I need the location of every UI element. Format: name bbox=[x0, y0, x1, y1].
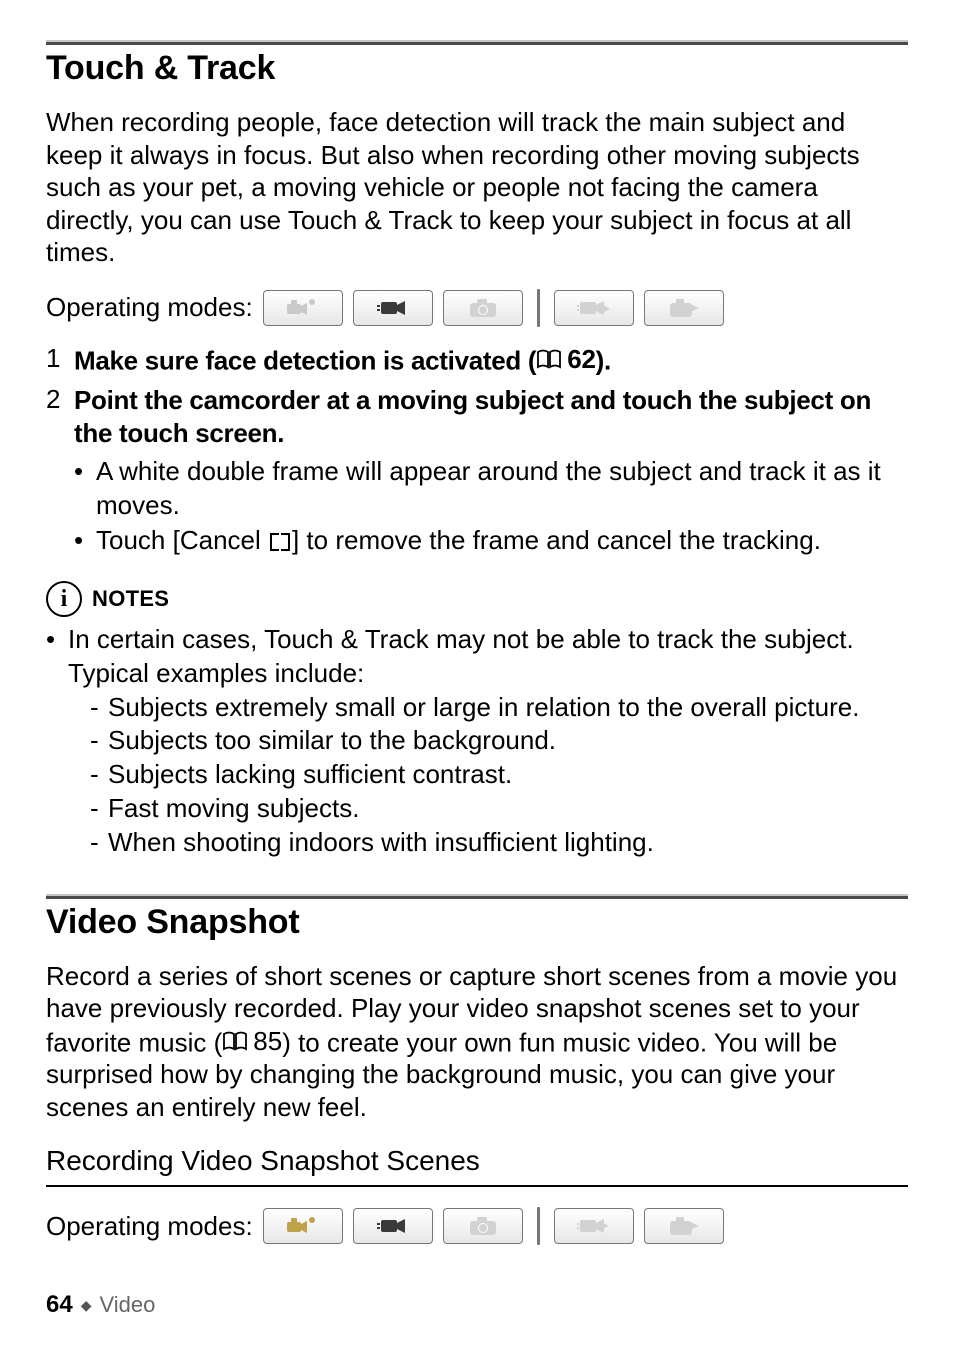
operating-modes-row: Operating modes: bbox=[46, 1207, 908, 1245]
manual-page: Touch & Track When recording people, fac… bbox=[0, 0, 954, 1349]
notes-heading: i NOTES bbox=[46, 581, 908, 617]
notes-sub-list: Subjects extremely small or large in rel… bbox=[68, 691, 908, 860]
page-ref-icon: 62 bbox=[536, 343, 595, 376]
footer-category: Video bbox=[99, 1292, 155, 1318]
photo-record-icon bbox=[443, 1208, 523, 1244]
subsection-title: Recording Video Snapshot Scenes bbox=[46, 1145, 908, 1177]
section-title-touch-track: Touch & Track bbox=[46, 49, 908, 88]
notes-item: In certain cases, Touch & Track may not … bbox=[46, 623, 908, 860]
photo-play-icon bbox=[644, 290, 724, 326]
movie-record-icon bbox=[353, 290, 433, 326]
steps-list: 1 Make sure face detection is activated … bbox=[46, 343, 908, 560]
photo-record-icon bbox=[443, 290, 523, 326]
page-footer: 64 ◆ Video bbox=[46, 1291, 908, 1319]
operating-modes-label: Operating modes: bbox=[46, 1211, 253, 1242]
section-title-video-snapshot: Video Snapshot bbox=[46, 903, 908, 942]
mode-separator bbox=[537, 1207, 540, 1245]
step-content: Point the camcorder at a moving subject … bbox=[74, 384, 908, 559]
step-2: 2 Point the camcorder at a moving subjec… bbox=[46, 384, 908, 559]
notes-list: In certain cases, Touch & Track may not … bbox=[46, 623, 908, 860]
intro-paragraph: Record a series of short scenes or captu… bbox=[46, 960, 908, 1124]
dual-mode-icon bbox=[263, 290, 343, 326]
footer-bullet-icon: ◆ bbox=[81, 1297, 92, 1314]
photo-play-icon bbox=[644, 1208, 724, 1244]
step-number: 2 bbox=[46, 384, 74, 559]
mode-separator bbox=[537, 289, 540, 327]
notes-label: NOTES bbox=[92, 586, 169, 612]
step-text: Point the camcorder at a moving subject … bbox=[74, 384, 908, 449]
sub-bullet: Touch [Cancel ] to remove the frame and … bbox=[74, 524, 908, 557]
operating-modes-row: Operating modes: bbox=[46, 289, 908, 327]
subsection-rule bbox=[46, 1185, 908, 1187]
notes-sub-item: Subjects extremely small or large in rel… bbox=[90, 691, 908, 725]
section-divider bbox=[46, 894, 908, 899]
notes-sub-item: When shooting indoors with insufficient … bbox=[90, 826, 908, 860]
step-sub-bullets: A white double frame will appear around … bbox=[74, 455, 908, 557]
notes-sub-item: Subjects lacking sufficient contrast. bbox=[90, 758, 908, 792]
section-divider bbox=[46, 40, 908, 45]
sub-bullet: A white double frame will appear around … bbox=[74, 455, 908, 522]
notes-lead: In certain cases, Touch & Track may not … bbox=[68, 624, 854, 688]
tracking-frame-icon bbox=[270, 533, 290, 551]
intro-paragraph: When recording people, face detection wi… bbox=[46, 106, 908, 269]
movie-play-icon bbox=[554, 1208, 634, 1244]
movie-play-icon bbox=[554, 290, 634, 326]
operating-modes-label: Operating modes: bbox=[46, 292, 253, 323]
step-number: 1 bbox=[46, 343, 74, 377]
notes-sub-item: Subjects too similar to the background. bbox=[90, 724, 908, 758]
step-1: 1 Make sure face detection is activated … bbox=[46, 343, 908, 377]
notes-sub-item: Fast moving subjects. bbox=[90, 792, 908, 826]
step-text: Make sure face detection is activated ( … bbox=[74, 343, 908, 377]
movie-record-icon bbox=[353, 1208, 433, 1244]
page-number: 64 bbox=[46, 1291, 73, 1319]
dual-mode-icon bbox=[263, 1208, 343, 1244]
page-ref-icon: 85 bbox=[222, 1025, 282, 1058]
info-icon: i bbox=[46, 581, 82, 617]
